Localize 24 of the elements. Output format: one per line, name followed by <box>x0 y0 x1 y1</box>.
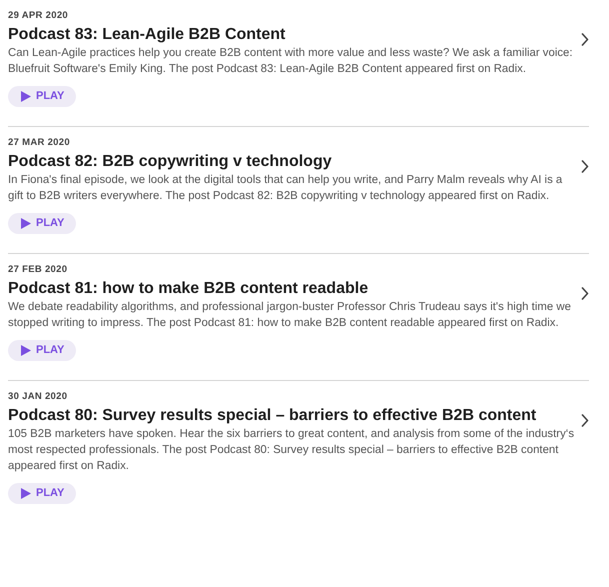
episode-date: 27 FEB 2020 <box>8 264 68 276</box>
chevron-right-icon[interactable] <box>581 414 589 427</box>
play-icon <box>21 488 31 499</box>
episode-date: 29 APR 2020 <box>8 10 69 22</box>
play-button[interactable]: PLAY <box>8 483 76 504</box>
episode-description: We debate readability algorithms, and professional jargon-buster Professor Chris Trudeau says it's high time we stopped writing to impress. The post Podcast 81: how to make B2B content readable appeared first on Radix. <box>8 300 572 331</box>
episode-description: 105 B2B marketers have spoken. Hear the six barriers to great content, and analysis from some of the industry‘s most respected professionals. The post Podcast 80: Survey results special – barriers to effective B2B content appeared first on Radix. <box>8 427 575 474</box>
chevron-right-icon[interactable] <box>581 287 589 300</box>
chevron-right-icon[interactable] <box>581 33 589 46</box>
episode-title: Podcast 82: B2B copywriting v technology <box>8 152 333 172</box>
chevron-right-icon[interactable] <box>581 160 589 173</box>
play-icon <box>21 218 31 229</box>
play-button[interactable]: PLAY <box>8 340 76 361</box>
play-button[interactable]: PLAY <box>8 213 76 234</box>
episode-title: Podcast 80: Survey results special – barriers to effective B2B content <box>8 406 538 426</box>
episode-description: Can Lean-Agile practices help you create B2B content with more value and less waste? We ask a familiar voice: Bluefruit Software's Emily King. The post Podcast 83: Lean-Agile B2B Content appeared first on Radix. <box>8 46 574 77</box>
play-icon <box>21 345 31 356</box>
episode-description: In Fiona's final episode, we look at the digital tools that can help you write, and Parry Malm reveals why AI is a gift to B2B writers everywhere. The post Podcast 82: B2B copywriting v technology appeared first on Radix. <box>8 173 564 204</box>
play-button[interactable]: PLAY <box>8 86 76 107</box>
play-icon <box>21 91 31 102</box>
episode-title: Podcast 83: Lean-Agile B2B Content <box>8 25 286 45</box>
episode-title: Podcast 81: how to make B2B content readable <box>8 279 370 299</box>
episode-date: 27 MAR 2020 <box>8 137 71 149</box>
episode-date: 30 JAN 2020 <box>8 391 68 403</box>
